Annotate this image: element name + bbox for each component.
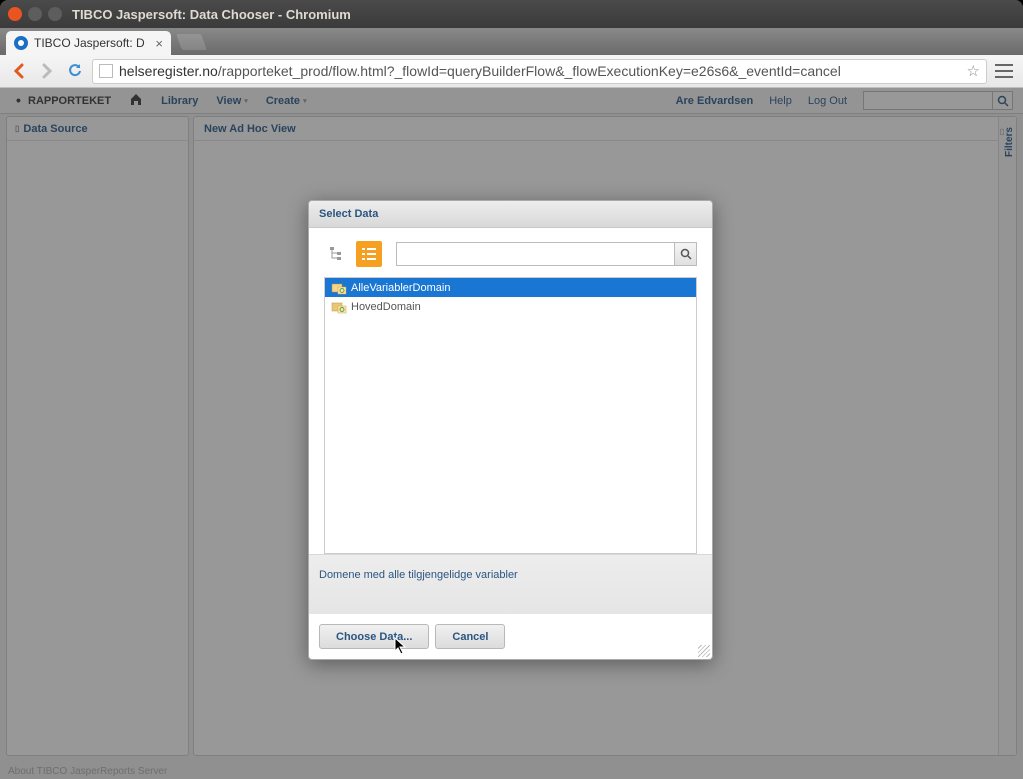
dialog-title: Select Data — [309, 201, 712, 228]
tab-strip: TIBCO Jaspersoft: D × — [0, 28, 1023, 55]
cancel-button[interactable]: Cancel — [435, 624, 505, 649]
tree-view-button[interactable] — [324, 241, 350, 267]
dialog-search-button[interactable] — [675, 242, 697, 266]
list-item[interactable]: AlleVariablerDomain — [325, 278, 696, 297]
window-close-button[interactable] — [8, 7, 22, 21]
browser-menu-button[interactable] — [993, 60, 1015, 82]
window-title: TIBCO Jaspersoft: Data Chooser - Chromiu… — [72, 7, 351, 22]
hamburger-icon — [995, 64, 1013, 78]
resize-handle[interactable] — [698, 645, 710, 657]
forward-button[interactable] — [36, 60, 58, 82]
browser-tab[interactable]: TIBCO Jaspersoft: D × — [6, 31, 171, 55]
tab-close-icon[interactable]: × — [155, 36, 163, 51]
domain-description: Domene med alle tilgjengelidge variabler — [309, 554, 712, 614]
domain-label: AlleVariablerDomain — [351, 282, 450, 294]
window-titlebar: TIBCO Jaspersoft: Data Chooser - Chromiu… — [0, 0, 1023, 28]
window-maximize-button[interactable] — [48, 7, 62, 21]
domain-icon — [331, 281, 347, 295]
domain-list: AlleVariablerDomain HovedDomain — [324, 277, 697, 554]
window-minimize-button[interactable] — [28, 7, 42, 21]
page-icon — [99, 64, 113, 78]
list-view-button[interactable] — [356, 241, 382, 267]
select-data-dialog: Select Data — [308, 200, 713, 660]
nav-bar: helseregister.no/rapporteket_prod/flow.h… — [0, 55, 1023, 88]
list-item[interactable]: HovedDomain — [325, 297, 696, 316]
tab-favicon — [14, 36, 28, 50]
reload-button[interactable] — [64, 60, 86, 82]
dialog-search-input[interactable] — [396, 242, 675, 266]
domain-label: HovedDomain — [351, 301, 421, 313]
domain-icon — [331, 300, 347, 314]
choose-data-button[interactable]: Choose Data... — [319, 624, 429, 649]
bookmark-star-icon[interactable]: ☆ — [967, 62, 980, 80]
new-tab-button[interactable] — [176, 34, 207, 50]
tab-title: TIBCO Jaspersoft: D — [34, 36, 149, 50]
url-text: helseregister.no/rapporteket_prod/flow.h… — [119, 63, 961, 79]
address-bar[interactable]: helseregister.no/rapporteket_prod/flow.h… — [92, 59, 987, 84]
back-button[interactable] — [8, 60, 30, 82]
